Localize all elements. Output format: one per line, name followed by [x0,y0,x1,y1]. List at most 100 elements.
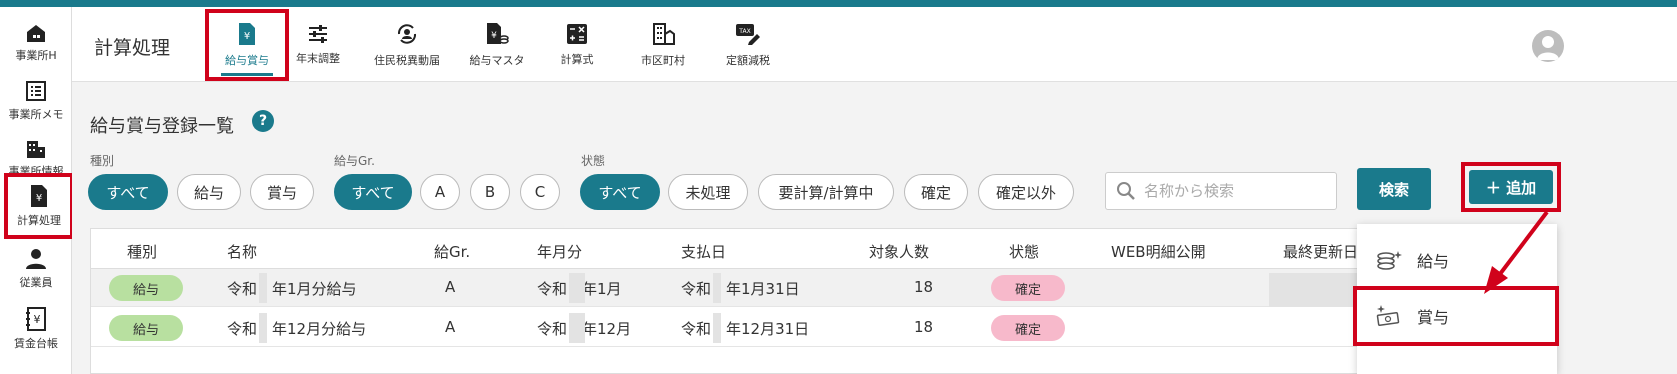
tab-fixed-tax-reduction[interactable]: TAX 定額減税 [712,7,784,82]
tab-salary-master[interactable]: ¥ 給与マスタ [457,7,537,82]
column-header: 最終更新日 [1283,243,1359,261]
tab-label: 年末調整 [296,51,340,65]
header: 計算処理 ¥ 給与賞与 年末調整 住民税異動届 ¥ 給与マスタ 計算式 市区町村… [72,7,1677,82]
tab-label: 給与マスタ [469,53,525,67]
column-header: WEB明細公開 [1111,243,1206,261]
status-badge: 確定 [991,275,1065,301]
filter-status-confirmed[interactable]: 確定 [904,174,968,210]
sliders-icon [309,24,327,43]
filter-type-salary[interactable]: 給与 [177,174,241,210]
sidebar-item-label: 事業所H [15,49,57,62]
header-title: 計算処理 [94,37,171,59]
sidebar-item-calculation[interactable]: ¥ 計算処理 [4,173,74,239]
row-group: A [445,318,456,336]
redaction [713,273,721,303]
column-header: 対象人数 [869,243,930,261]
column-header: 支払日 [681,243,727,261]
menu-item-label: 給与 [1417,252,1450,271]
column-header: 状態 [1009,243,1040,261]
tab-formula[interactable]: 計算式 [542,7,612,82]
tab-label: 市区町村 [641,53,685,67]
redaction [259,313,267,343]
filter-status-all[interactable]: すべて [580,174,660,210]
refresh-person-icon [397,23,417,44]
row-group: A [445,278,456,296]
add-dropdown-menu: 給与 賞与 [1353,224,1559,374]
yen-document-icon: ¥ [31,185,47,207]
sidebar-item-label: 賃金台帳 [14,337,58,350]
type-badge: 給与 [109,275,183,301]
svg-text:TAX: TAX [738,28,750,35]
sidebar-item-wage-ledger[interactable]: ¥ 賃金台帳 [0,297,72,361]
filter-type-bonus[interactable]: 賞与 [250,174,314,210]
search-box[interactable] [1105,172,1337,210]
tab-resident-tax-change[interactable]: 住民税異動届 [362,7,452,82]
redaction [1269,273,1359,307]
svg-text:¥: ¥ [36,193,42,204]
home-building-icon [27,25,45,42]
highlight-box [1353,286,1559,346]
table-row[interactable]: 給与 令和 年1月分給与 A 令和 年1月 令和 年1月31日 18 確定 [91,269,1549,307]
sidebar-item-employees[interactable]: 従業員 [0,237,72,301]
highlight-box: ＋ 追加 [1461,162,1561,212]
highlight-box [205,9,289,81]
tab-label: 住民税異動届 [374,53,440,67]
sidebar-item-label: 従業員 [19,276,53,289]
filter-status-unprocessed[interactable]: 未処理 [668,174,748,210]
column-header: 年月分 [537,243,583,261]
search-input[interactable] [1144,182,1324,200]
row-paydate: 令和 年1月31日 [681,280,800,298]
page-title: 給与賞与登録一覧 [90,116,234,137]
svg-text:¥: ¥ [491,31,497,41]
redaction [569,273,585,303]
column-header: 種別 [127,243,158,261]
filter-status-not-confirmed[interactable]: 確定以外 [978,174,1074,210]
help-icon[interactable]: ? [252,110,274,132]
yen-ledger-icon: ¥ [26,307,46,331]
filter-group-all[interactable]: すべて [334,174,412,210]
status-badge: 確定 [991,315,1065,341]
svg-text:¥: ¥ [34,313,41,326]
filter-status-needs-calc[interactable]: 要計算/計算中 [758,174,894,210]
row-name: 令和 年1月分給与 [227,280,357,298]
row-count: 18 [914,318,934,336]
filter-type-all[interactable]: すべて [88,174,168,210]
calculator-icon [567,23,587,44]
redaction [569,313,585,343]
sidebar-item-label: 事業所メモ [8,108,64,121]
tax-pencil-icon: TAX [736,23,760,45]
search-button[interactable]: 検索 [1357,168,1431,210]
city-icon [653,22,675,45]
tab-municipality[interactable]: 市区町村 [627,7,699,82]
filter-group-c[interactable]: C [520,174,560,210]
column-header: 給Gr. [434,243,471,261]
redaction [259,273,267,303]
sidebar-item-label: 計算処理 [17,214,61,227]
sidebar-item-office-home[interactable]: 事業所H [0,11,72,75]
type-badge: 給与 [109,315,183,341]
tab-label: 計算式 [560,52,594,66]
search-icon [1117,182,1135,200]
menu-item-salary[interactable]: 給与 [1357,232,1557,288]
tab-label: 定額減税 [726,53,770,67]
sidebar-item-office-memo[interactable]: 事業所メモ [0,69,72,133]
row-paydate: 令和 年12月31日 [681,320,810,338]
sidebar: 事業所H 事業所メモ 事業所情報 ¥ 計算処理 従業員 ¥ 賃金台帳 [0,7,74,374]
add-button[interactable]: ＋ 追加 [1469,170,1553,204]
user-avatar[interactable] [1532,30,1564,62]
tab-year-end-adjustment[interactable]: 年末調整 [282,7,354,82]
table-row[interactable]: 給与 令和 年12月分給与 A 令和 年12月 令和 年12月31日 18 確定 [91,309,1549,347]
filter-group-b[interactable]: B [470,174,510,210]
person-icon [26,249,46,269]
row-count: 18 [914,278,934,296]
list-icon [26,81,46,101]
top-accent-bar [0,0,1677,7]
office-building-icon [27,141,45,158]
redaction [713,313,721,343]
yen-document-coins-icon: ¥ [487,22,509,44]
filter-group-a[interactable]: A [420,174,460,210]
filter-status-label: 状態 [581,154,606,168]
filter-type-label: 種別 [90,154,115,168]
column-header: 名称 [227,243,258,261]
person-icon [1537,36,1559,60]
